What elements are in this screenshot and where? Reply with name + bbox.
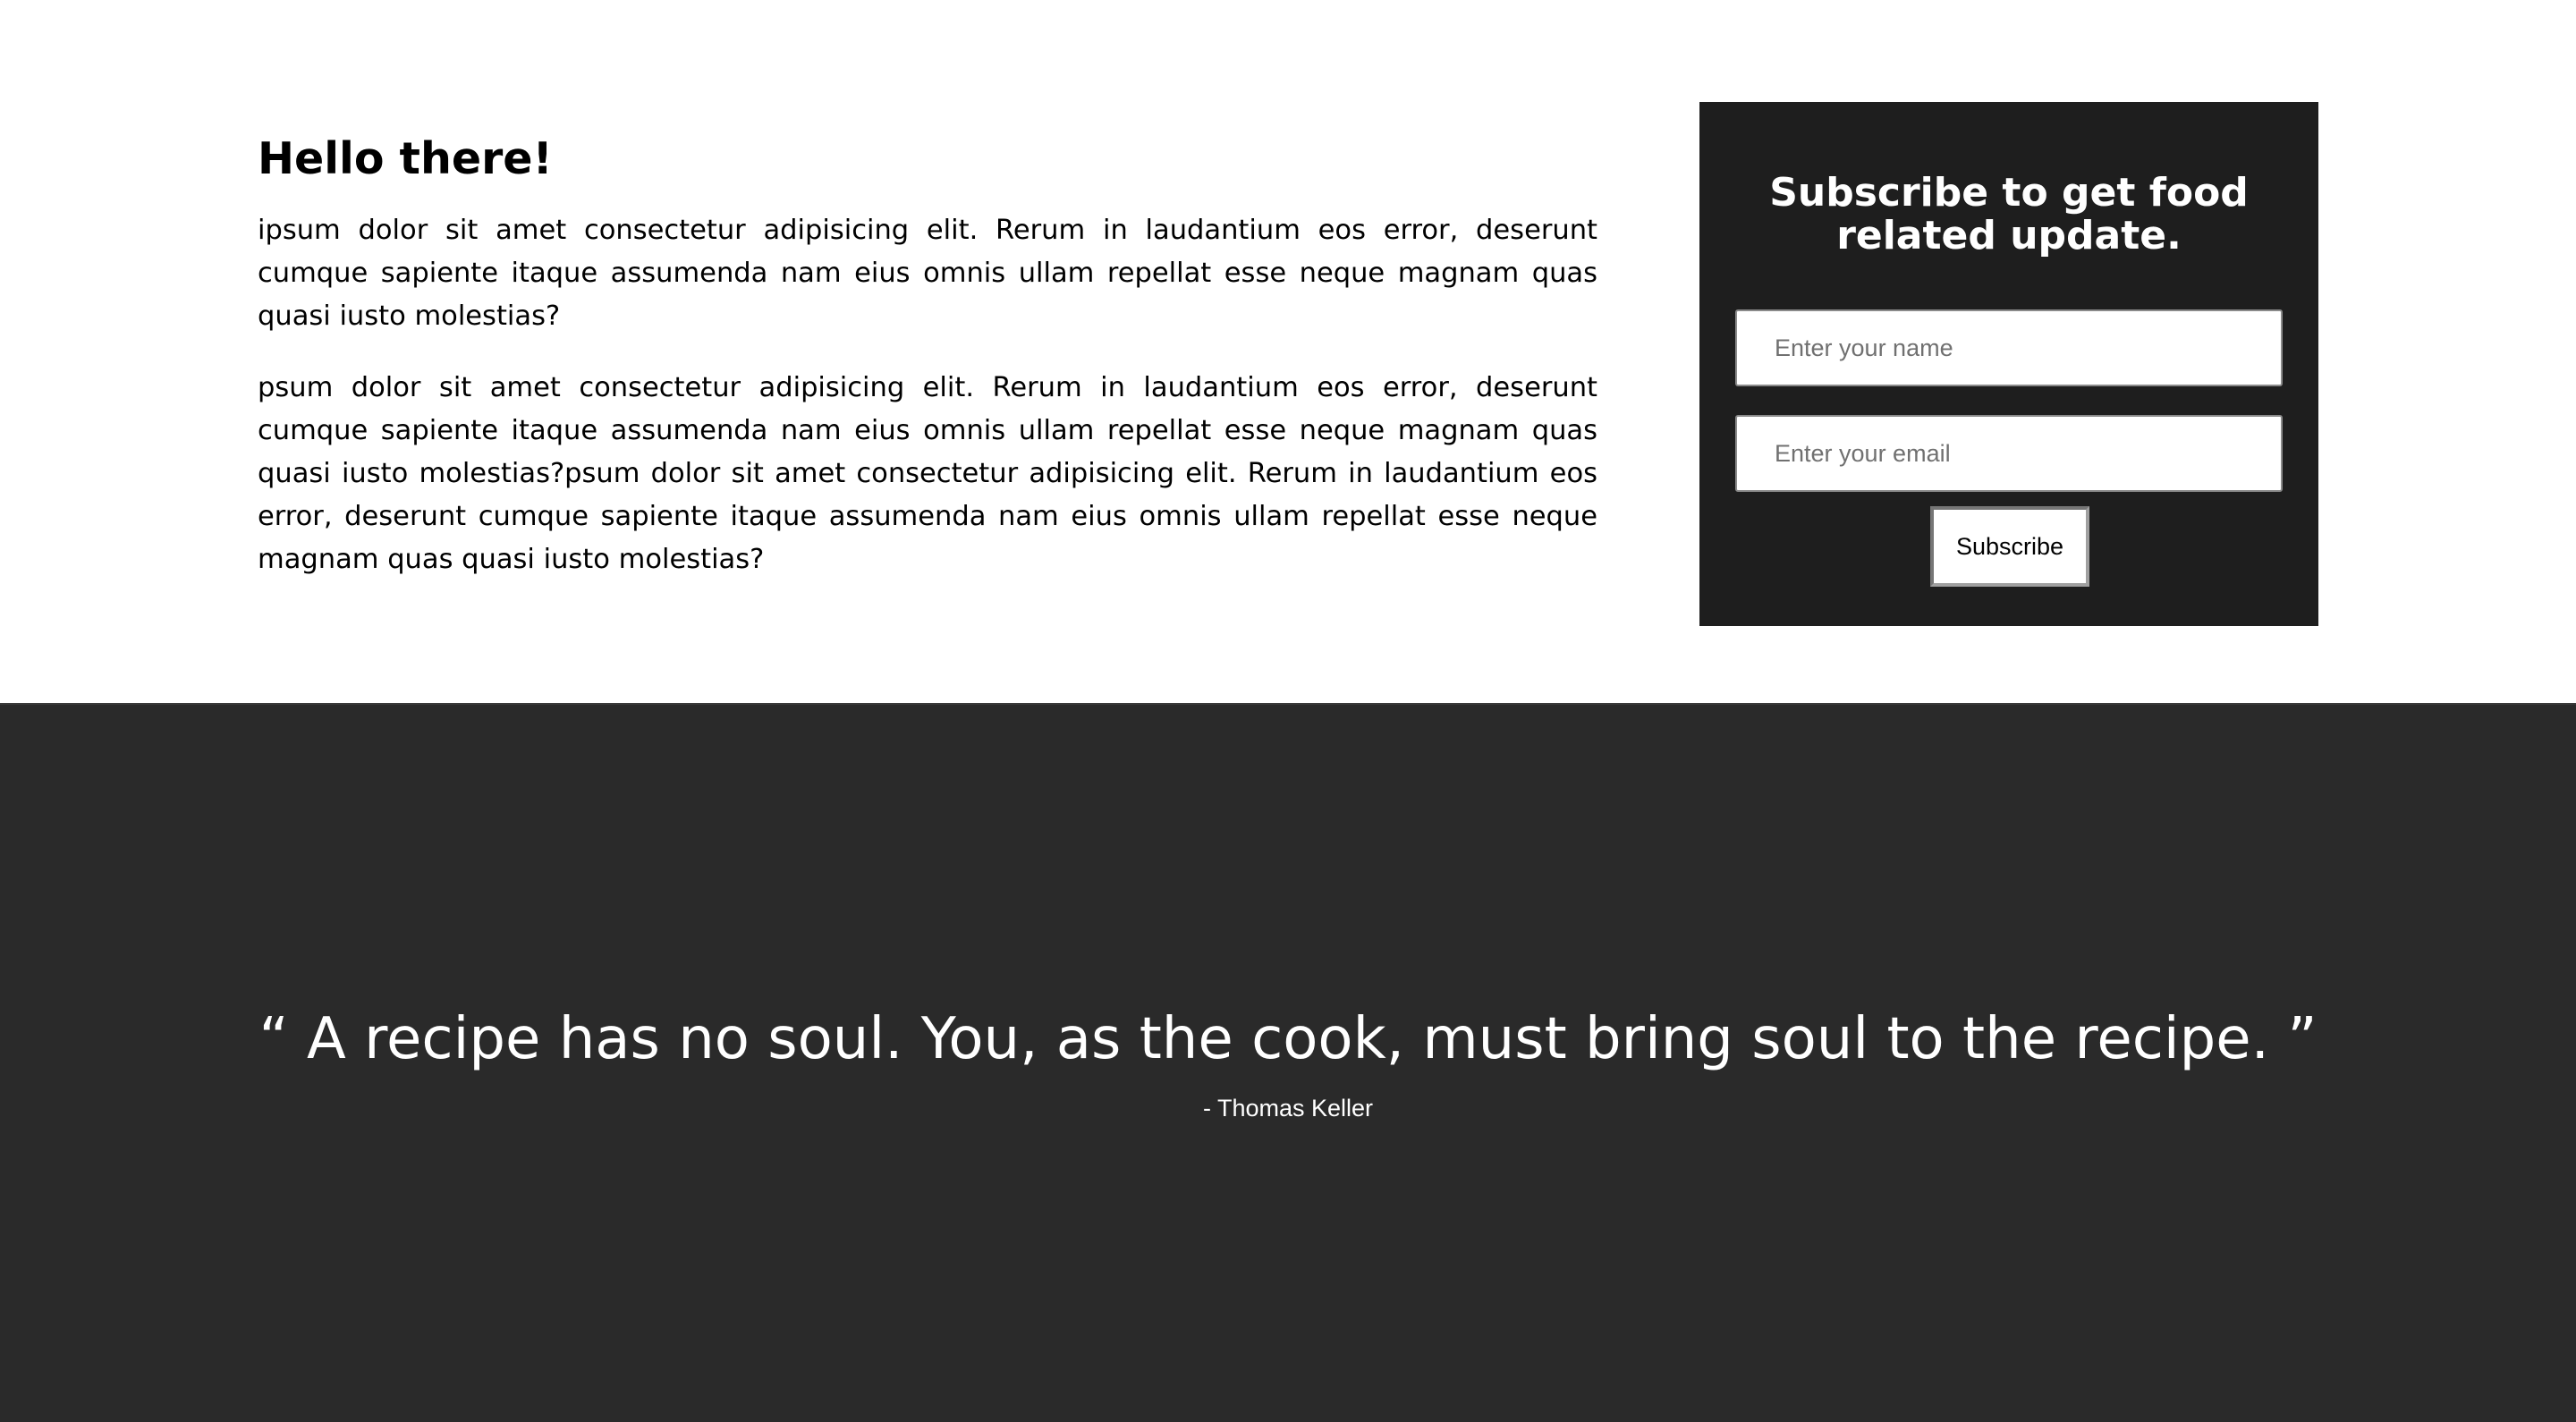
intro-heading: Hello there! xyxy=(258,133,553,184)
name-input[interactable] xyxy=(1735,309,2283,386)
quote-section: “ A recipe has no soul. You, as the cook… xyxy=(0,703,2576,1422)
subscribe-button[interactable]: Subscribe xyxy=(1930,506,2089,587)
intro-paragraph-2: psum dolor sit amet consectetur adipisic… xyxy=(258,372,1597,575)
subscribe-card: Subscribe to get food related update. Su… xyxy=(1699,102,2318,626)
email-input[interactable] xyxy=(1735,415,2283,492)
intro-section: Hello there! ipsum dolor sit amet consec… xyxy=(258,134,1597,610)
subscribe-title: Subscribe to get food related update. xyxy=(1769,170,2249,258)
quote-author: - Thomas Keller xyxy=(1202,1095,1374,1122)
quote-text: “ A recipe has no soul. You, as the cook… xyxy=(258,1006,2318,1072)
intro-paragraph-1: ipsum dolor sit amet consectetur adipisi… xyxy=(258,215,1597,332)
